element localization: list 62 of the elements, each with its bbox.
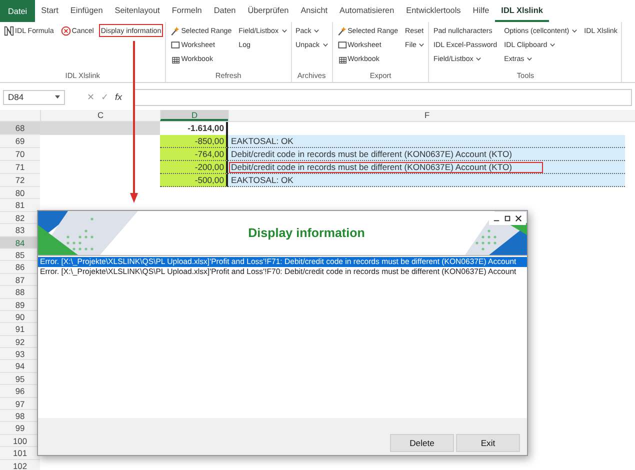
row-header[interactable]: 98 bbox=[0, 410, 40, 422]
row-header[interactable]: 81 bbox=[0, 199, 40, 212]
row-header[interactable]: 71 bbox=[0, 161, 40, 174]
caret-icon bbox=[314, 28, 320, 32]
dialog-button[interactable]: Exit bbox=[456, 434, 520, 452]
row-header[interactable]: 80 bbox=[0, 187, 40, 200]
column-header[interactable]: D bbox=[160, 110, 228, 121]
row-header[interactable]: 68 bbox=[0, 122, 40, 135]
dialog-button[interactable]: Delete bbox=[390, 434, 454, 452]
formula-input[interactable] bbox=[134, 88, 632, 106]
ribbon-tab[interactable]: Einfügen bbox=[64, 0, 109, 22]
ribbon-tab[interactable]: Formeln bbox=[166, 0, 208, 22]
insert-function-button[interactable]: fx bbox=[115, 92, 122, 102]
worksheet-icon bbox=[336, 40, 347, 50]
cancel-icon bbox=[60, 26, 71, 36]
row-header[interactable]: 70 bbox=[0, 148, 40, 161]
row-header[interactable]: 91 bbox=[0, 323, 40, 336]
formula-icon bbox=[4, 26, 14, 36]
dialog-title: Display information bbox=[247, 226, 366, 240]
caret-icon bbox=[527, 56, 532, 60]
row-header[interactable]: 102 bbox=[0, 460, 40, 470]
caret-icon bbox=[572, 28, 578, 32]
caret-icon bbox=[419, 42, 424, 46]
wand-icon bbox=[170, 26, 180, 36]
ribbon-tab[interactable]: Entwicklertools bbox=[400, 0, 467, 22]
wand-icon bbox=[336, 26, 347, 36]
cell-text: Debit/credit code in records must be different (KON0637E) Account (KTO) bbox=[229, 162, 544, 173]
column-header[interactable]: F bbox=[228, 110, 625, 121]
maximize-icon[interactable] bbox=[504, 215, 511, 222]
caret-icon bbox=[550, 42, 556, 46]
ribbon-tab[interactable]: Start bbox=[35, 0, 64, 22]
row-header[interactable]: 96 bbox=[0, 385, 40, 398]
file-tab[interactable]: Datei bbox=[0, 0, 36, 22]
row-header[interactable]: 101 bbox=[0, 447, 40, 460]
table-cell: -764,00 bbox=[160, 148, 228, 161]
cell-text: EAKTOSAL: OK bbox=[230, 136, 294, 147]
cell-text: EAKTOSAL: OK bbox=[230, 175, 294, 186]
table-cell: -850,00 bbox=[160, 135, 228, 148]
caret-icon bbox=[55, 95, 60, 99]
close-icon[interactable] bbox=[515, 215, 522, 222]
table-cell: -200,00 bbox=[160, 161, 228, 174]
row-header[interactable]: 99 bbox=[0, 422, 40, 435]
caret-icon bbox=[282, 28, 286, 32]
row-header[interactable]: 94 bbox=[0, 360, 40, 373]
ribbon-tab[interactable]: Automatisieren bbox=[334, 0, 400, 22]
ribbon-tab[interactable]: Daten bbox=[208, 0, 242, 22]
ribbon-tab[interactable]: Seitenlayout bbox=[108, 0, 166, 22]
row-header[interactable]: 86 bbox=[0, 261, 40, 274]
caret-icon bbox=[476, 56, 482, 60]
ribbon-tab[interactable]: Ansicht bbox=[294, 0, 334, 22]
name-box[interactable]: D84 bbox=[3, 90, 65, 104]
cell-text: Debit/credit code in records must be different (KON0637E) Account (KTO) bbox=[230, 149, 514, 160]
worksheet-icon bbox=[170, 40, 180, 50]
row-header[interactable]: 72 bbox=[0, 174, 40, 187]
ribbon-tab[interactable]: Hilfe bbox=[466, 0, 496, 22]
ribbon-tab[interactable]: Überprüfen bbox=[242, 0, 295, 22]
row-header[interactable]: 83 bbox=[0, 224, 40, 237]
row-header[interactable]: 88 bbox=[0, 286, 40, 299]
caret-icon bbox=[322, 42, 328, 46]
row-header[interactable]: 69 bbox=[0, 135, 40, 148]
table-cell: -500,00 bbox=[160, 174, 228, 187]
row-header[interactable]: 93 bbox=[0, 348, 40, 360]
